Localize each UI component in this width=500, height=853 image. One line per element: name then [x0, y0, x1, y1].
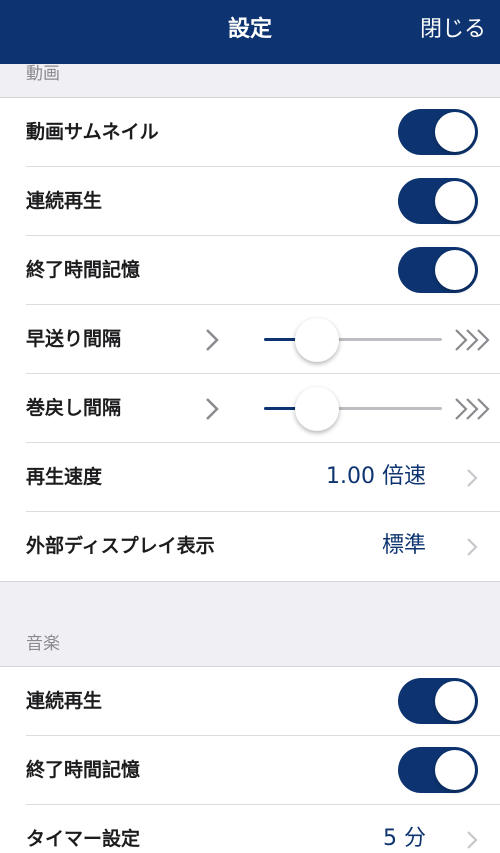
timer-label: タイマー設定: [26, 828, 141, 850]
music-continuous-label: 連続再生: [26, 690, 103, 712]
row-video-resume: 終了時間記憶: [26, 236, 500, 305]
fast-forward-slider: [202, 305, 500, 373]
chevron-right-icon: [467, 469, 478, 487]
external-display-value: 標準: [381, 533, 426, 558]
row-video-continuous: 連続再生: [26, 167, 500, 236]
row-music-resume: 終了時間記憶: [26, 736, 500, 805]
video-resume-toggle[interactable]: [398, 247, 478, 293]
music-resume-label: 終了時間記憶: [26, 759, 141, 781]
chevron-right-icon: [467, 831, 478, 849]
toggle-knob: [435, 181, 475, 221]
playback-speed-label: 再生速度: [26, 466, 103, 488]
playback-speed-value: 1.00 倍速: [326, 464, 426, 489]
music-continuous-toggle[interactable]: [398, 678, 478, 724]
row-external-display[interactable]: 外部ディスプレイ表示 標準: [26, 512, 500, 581]
music-resume-toggle[interactable]: [398, 747, 478, 793]
section-header-music: 音楽: [26, 634, 60, 654]
close-button[interactable]: 閉じる: [420, 14, 486, 46]
timer-value: 5 分: [383, 826, 426, 851]
chevron-right-icon: [206, 398, 219, 420]
external-display-label: 外部ディスプレイ表示: [26, 535, 215, 557]
fast-forward-label: 早送り間隔: [26, 328, 122, 350]
video-thumbnail-label: 動画サムネイル: [26, 121, 159, 143]
row-rewind: 巻戻し間隔: [26, 374, 500, 443]
rewind-label: 巻戻し間隔: [26, 397, 122, 419]
nav-bar: 設定 閉じる: [0, 0, 500, 64]
toggle-knob: [435, 250, 475, 290]
fast-forward-track[interactable]: [264, 318, 442, 362]
row-playback-speed[interactable]: 再生速度 1.00 倍速: [26, 443, 500, 512]
row-video-thumbnail: 動画サムネイル: [26, 98, 500, 167]
row-music-continuous: 連続再生: [26, 667, 500, 736]
video-resume-label: 終了時間記憶: [26, 259, 141, 281]
slider-thumb[interactable]: [295, 318, 340, 362]
video-continuous-toggle[interactable]: [398, 178, 478, 224]
toggle-knob: [435, 112, 475, 152]
row-timer[interactable]: タイマー設定 5 分: [26, 805, 500, 853]
video-continuous-label: 連続再生: [26, 190, 103, 212]
chevron-right-icon: [206, 329, 219, 351]
chevron-right-icon: [467, 538, 478, 556]
rewind-track[interactable]: [264, 387, 442, 431]
row-fast-forward: 早送り間隔: [26, 305, 500, 374]
section-header-video: 動画: [26, 64, 60, 84]
triple-chevron-right-icon: [455, 329, 490, 351]
video-settings-group: 動画サムネイル 連続再生 終了時間記憶 早送り間隔 巻戻し間隔 再生速度 1.0…: [0, 97, 500, 582]
music-settings-group: 連続再生 終了時間記憶 タイマー設定 5 分: [0, 666, 500, 853]
toggle-knob: [435, 750, 475, 790]
video-thumbnail-toggle[interactable]: [398, 109, 478, 155]
slider-thumb[interactable]: [295, 387, 340, 431]
triple-chevron-right-icon: [455, 398, 490, 420]
toggle-knob: [435, 681, 475, 721]
rewind-slider: [202, 374, 500, 442]
